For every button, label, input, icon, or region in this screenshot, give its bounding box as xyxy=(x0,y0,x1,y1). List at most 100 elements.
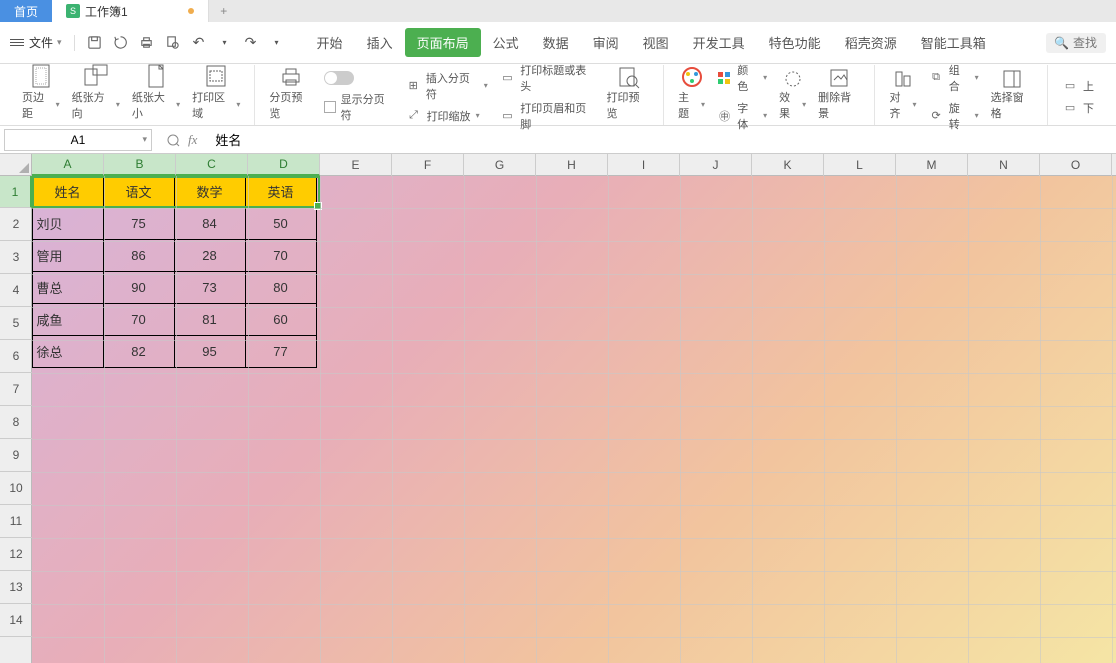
chevron-down-icon[interactable]: ▾ xyxy=(142,134,147,145)
row-header[interactable]: 1 xyxy=(0,176,32,208)
home-tab[interactable]: 首页 xyxy=(0,0,52,22)
color-button[interactable]: 颜色▾ xyxy=(717,62,767,94)
row-header[interactable]: 12 xyxy=(0,538,32,571)
print-icon[interactable] xyxy=(139,35,155,51)
print-preview-icon[interactable] xyxy=(165,35,181,51)
column-header[interactable]: O xyxy=(1040,154,1112,176)
row-header[interactable]: 14 xyxy=(0,604,32,637)
page-margin-button[interactable]: 页边距▾ xyxy=(16,69,66,125)
column-header[interactable]: B xyxy=(104,154,176,176)
group-button[interactable]: ⧉ 组合▾ xyxy=(928,62,978,94)
orientation-button[interactable]: 纸张方向▾ xyxy=(66,69,126,125)
row-header[interactable]: 10 xyxy=(0,472,32,505)
send-backward-button[interactable]: ▭ 下 xyxy=(1062,100,1094,116)
row-header[interactable]: 2 xyxy=(0,208,32,241)
cancel-icon[interactable] xyxy=(166,133,180,147)
delete-background-button[interactable]: 删除背景 xyxy=(812,69,866,125)
add-tab-button[interactable]: + xyxy=(209,0,239,22)
column-header[interactable]: C xyxy=(176,154,248,176)
menu-tab-8[interactable]: 特色功能 xyxy=(757,28,833,57)
column-header[interactable]: J xyxy=(680,154,752,176)
column-header[interactable]: F xyxy=(392,154,464,176)
table-cell[interactable]: 曹总 xyxy=(32,271,104,304)
print-area-button[interactable]: 打印区域▾ xyxy=(186,69,246,125)
column-header[interactable]: L xyxy=(824,154,896,176)
redo-dropdown-icon[interactable]: ▾ xyxy=(269,35,285,51)
name-box-input[interactable] xyxy=(11,133,145,147)
select-all-corner[interactable] xyxy=(0,154,32,176)
row-header[interactable]: 4 xyxy=(0,274,32,307)
insert-page-break-button[interactable]: ⊞ 插入分页符▾ xyxy=(406,70,488,102)
column-header[interactable]: A xyxy=(32,154,104,176)
theme-button[interactable]: 主题▾ xyxy=(672,69,711,125)
row-header[interactable]: 7 xyxy=(0,373,32,406)
table-cell[interactable]: 75 xyxy=(103,207,175,240)
row-header[interactable]: 11 xyxy=(0,505,32,538)
show-page-break-toggle[interactable] xyxy=(324,71,394,85)
autosave-icon[interactable] xyxy=(113,35,129,51)
fx-icon[interactable]: fx xyxy=(188,132,197,148)
row-header[interactable]: 8 xyxy=(0,406,32,439)
table-header-cell[interactable]: 英语 xyxy=(245,176,317,208)
menu-tab-4[interactable]: 数据 xyxy=(531,28,581,57)
workbook-tab[interactable]: S 工作簿1 xyxy=(52,0,209,22)
table-cell[interactable]: 28 xyxy=(174,239,246,272)
menu-tab-5[interactable]: 审阅 xyxy=(581,28,631,57)
table-header-cell[interactable]: 数学 xyxy=(174,176,246,208)
cells-area[interactable]: 姓名语文数学英语刘贝758450管用862870曹总907380咸鱼708160… xyxy=(32,176,1116,663)
undo-dropdown-icon[interactable]: ▾ xyxy=(217,35,233,51)
effect-button[interactable]: 效果▾ xyxy=(773,69,812,125)
table-header-cell[interactable]: 姓名 xyxy=(32,176,104,208)
table-cell[interactable]: 管用 xyxy=(32,239,104,272)
save-icon[interactable] xyxy=(87,35,103,51)
menu-tab-2[interactable]: 页面布局 xyxy=(405,28,481,57)
bring-forward-button[interactable]: ▭ 上 xyxy=(1062,78,1094,94)
menu-tab-3[interactable]: 公式 xyxy=(481,28,531,57)
column-header[interactable]: M xyxy=(896,154,968,176)
print-preview-button[interactable]: 打印预览 xyxy=(601,69,656,125)
menu-tab-7[interactable]: 开发工具 xyxy=(681,28,757,57)
menu-tab-6[interactable]: 视图 xyxy=(631,28,681,57)
undo-icon[interactable]: ↶ xyxy=(191,35,207,51)
table-cell[interactable]: 50 xyxy=(245,207,317,240)
table-header-cell[interactable]: 语文 xyxy=(103,176,175,208)
column-header[interactable]: G xyxy=(464,154,536,176)
menu-tab-0[interactable]: 开始 xyxy=(305,28,355,57)
row-header[interactable]: 13 xyxy=(0,571,32,604)
column-header[interactable]: K xyxy=(752,154,824,176)
show-page-break-checkbox[interactable]: 显示分页符 xyxy=(324,91,394,123)
print-title-button[interactable]: ▭ 打印标题或表头 xyxy=(500,62,595,94)
search-box[interactable]: 🔍 xyxy=(1046,33,1106,53)
menu-tab-1[interactable]: 插入 xyxy=(355,28,405,57)
menu-tab-9[interactable]: 稻壳资源 xyxy=(833,28,909,57)
table-cell[interactable]: 80 xyxy=(245,271,317,304)
table-cell[interactable]: 73 xyxy=(174,271,246,304)
row-header[interactable]: 9 xyxy=(0,439,32,472)
column-header[interactable]: I xyxy=(608,154,680,176)
align-button[interactable]: 对齐▾ xyxy=(883,69,922,125)
column-header[interactable]: N xyxy=(968,154,1040,176)
print-header-footer-button[interactable]: ▭ 打印页眉和页脚 xyxy=(500,100,595,132)
formula-input[interactable] xyxy=(207,132,1116,147)
row-header[interactable]: 3 xyxy=(0,241,32,274)
redo-icon[interactable]: ↷ xyxy=(243,35,259,51)
table-cell[interactable]: 70 xyxy=(245,239,317,272)
column-header[interactable]: D xyxy=(248,154,320,176)
rotate-button[interactable]: ⟳ 旋转▾ xyxy=(928,100,978,132)
table-cell[interactable]: 刘贝 xyxy=(32,207,104,240)
font-button[interactable]: ㊥ 字体▾ xyxy=(717,100,767,132)
search-input[interactable] xyxy=(1073,36,1103,50)
print-scale-button[interactable]: ⤢ 打印缩放▾ xyxy=(406,108,488,124)
page-break-preview-button[interactable]: 分页预览 xyxy=(263,69,318,125)
column-header[interactable]: E xyxy=(320,154,392,176)
selection-pane-button[interactable]: 选择窗格 xyxy=(985,69,1039,125)
name-box[interactable]: ▾ xyxy=(4,129,152,151)
table-cell[interactable]: 90 xyxy=(103,271,175,304)
paper-size-button[interactable]: 纸张大小▾ xyxy=(126,69,186,125)
menu-tab-10[interactable]: 智能工具箱 xyxy=(909,28,998,57)
table-cell[interactable]: 86 xyxy=(103,239,175,272)
row-header[interactable]: 6 xyxy=(0,340,32,373)
row-header[interactable]: 5 xyxy=(0,307,32,340)
file-menu[interactable]: 文件 ▾ xyxy=(10,34,62,51)
column-header[interactable]: H xyxy=(536,154,608,176)
